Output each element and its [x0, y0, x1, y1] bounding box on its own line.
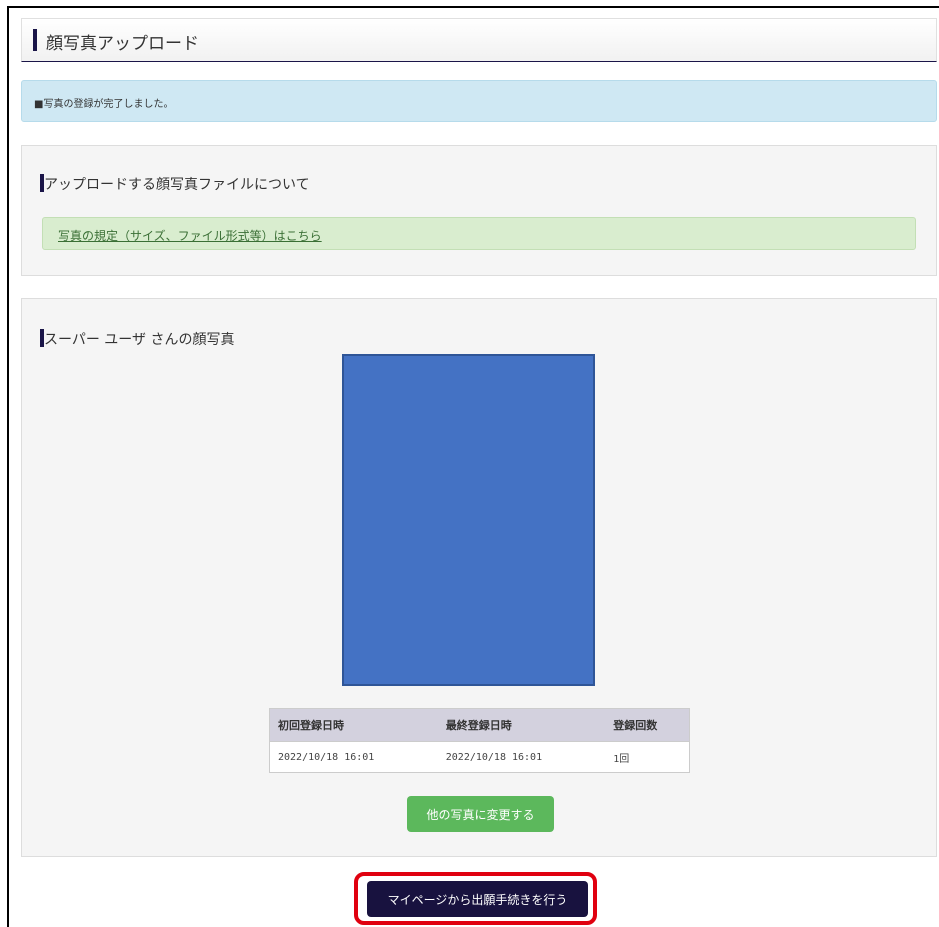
guidelines-link-box: 写真の規定（サイズ、ファイル形式等）はこちら — [42, 217, 916, 250]
column-header-first-registered: 初回登録日時 — [269, 708, 438, 742]
title-accent-bar — [33, 29, 37, 51]
last-registered-value: 2022/10/18 16:01 — [437, 741, 606, 773]
column-header-registration-count: 登録回数 — [605, 708, 690, 742]
first-registered-value: 2022/10/18 16:01 — [269, 741, 438, 773]
page-title: 顔写真アップロード — [46, 34, 199, 54]
registration-count-value: 1回 — [605, 741, 690, 773]
face-photo-panel: スーパー ユーザ さんの顔写真 初回登録日時 最終登録日時 登録回数 2022/… — [21, 298, 937, 857]
guidelines-section-title: アップロードする顔写真ファイルについて — [44, 177, 310, 193]
table-header-row: 初回登録日時 最終登録日時 登録回数 — [269, 708, 690, 742]
table-row: 2022/10/18 16:01 2022/10/18 16:01 1回 — [269, 741, 690, 773]
photo-rules-link[interactable]: 写真の規定（サイズ、ファイル形式等）はこちら — [58, 227, 322, 244]
photo-guidelines-panel: アップロードする顔写真ファイルについて 写真の規定（サイズ、ファイル形式等）はこ… — [21, 145, 937, 276]
alert-message: ■写真の登録が完了しました。 — [34, 99, 174, 110]
success-alert: ■写真の登録が完了しました。 — [21, 80, 937, 122]
face-photo-image — [342, 354, 595, 686]
page-header: 顔写真アップロード — [21, 18, 937, 62]
registration-info-table: 初回登録日時 最終登録日時 登録回数 2022/10/18 16:01 2022… — [269, 708, 690, 773]
change-photo-button[interactable]: 他の写真に変更する — [407, 796, 554, 832]
proceed-to-mypage-button[interactable]: マイページから出願手続きを行う — [367, 881, 588, 917]
photo-section-title: スーパー ユーザ さんの顔写真 — [44, 332, 235, 348]
column-header-last-registered: 最終登録日時 — [437, 708, 606, 742]
